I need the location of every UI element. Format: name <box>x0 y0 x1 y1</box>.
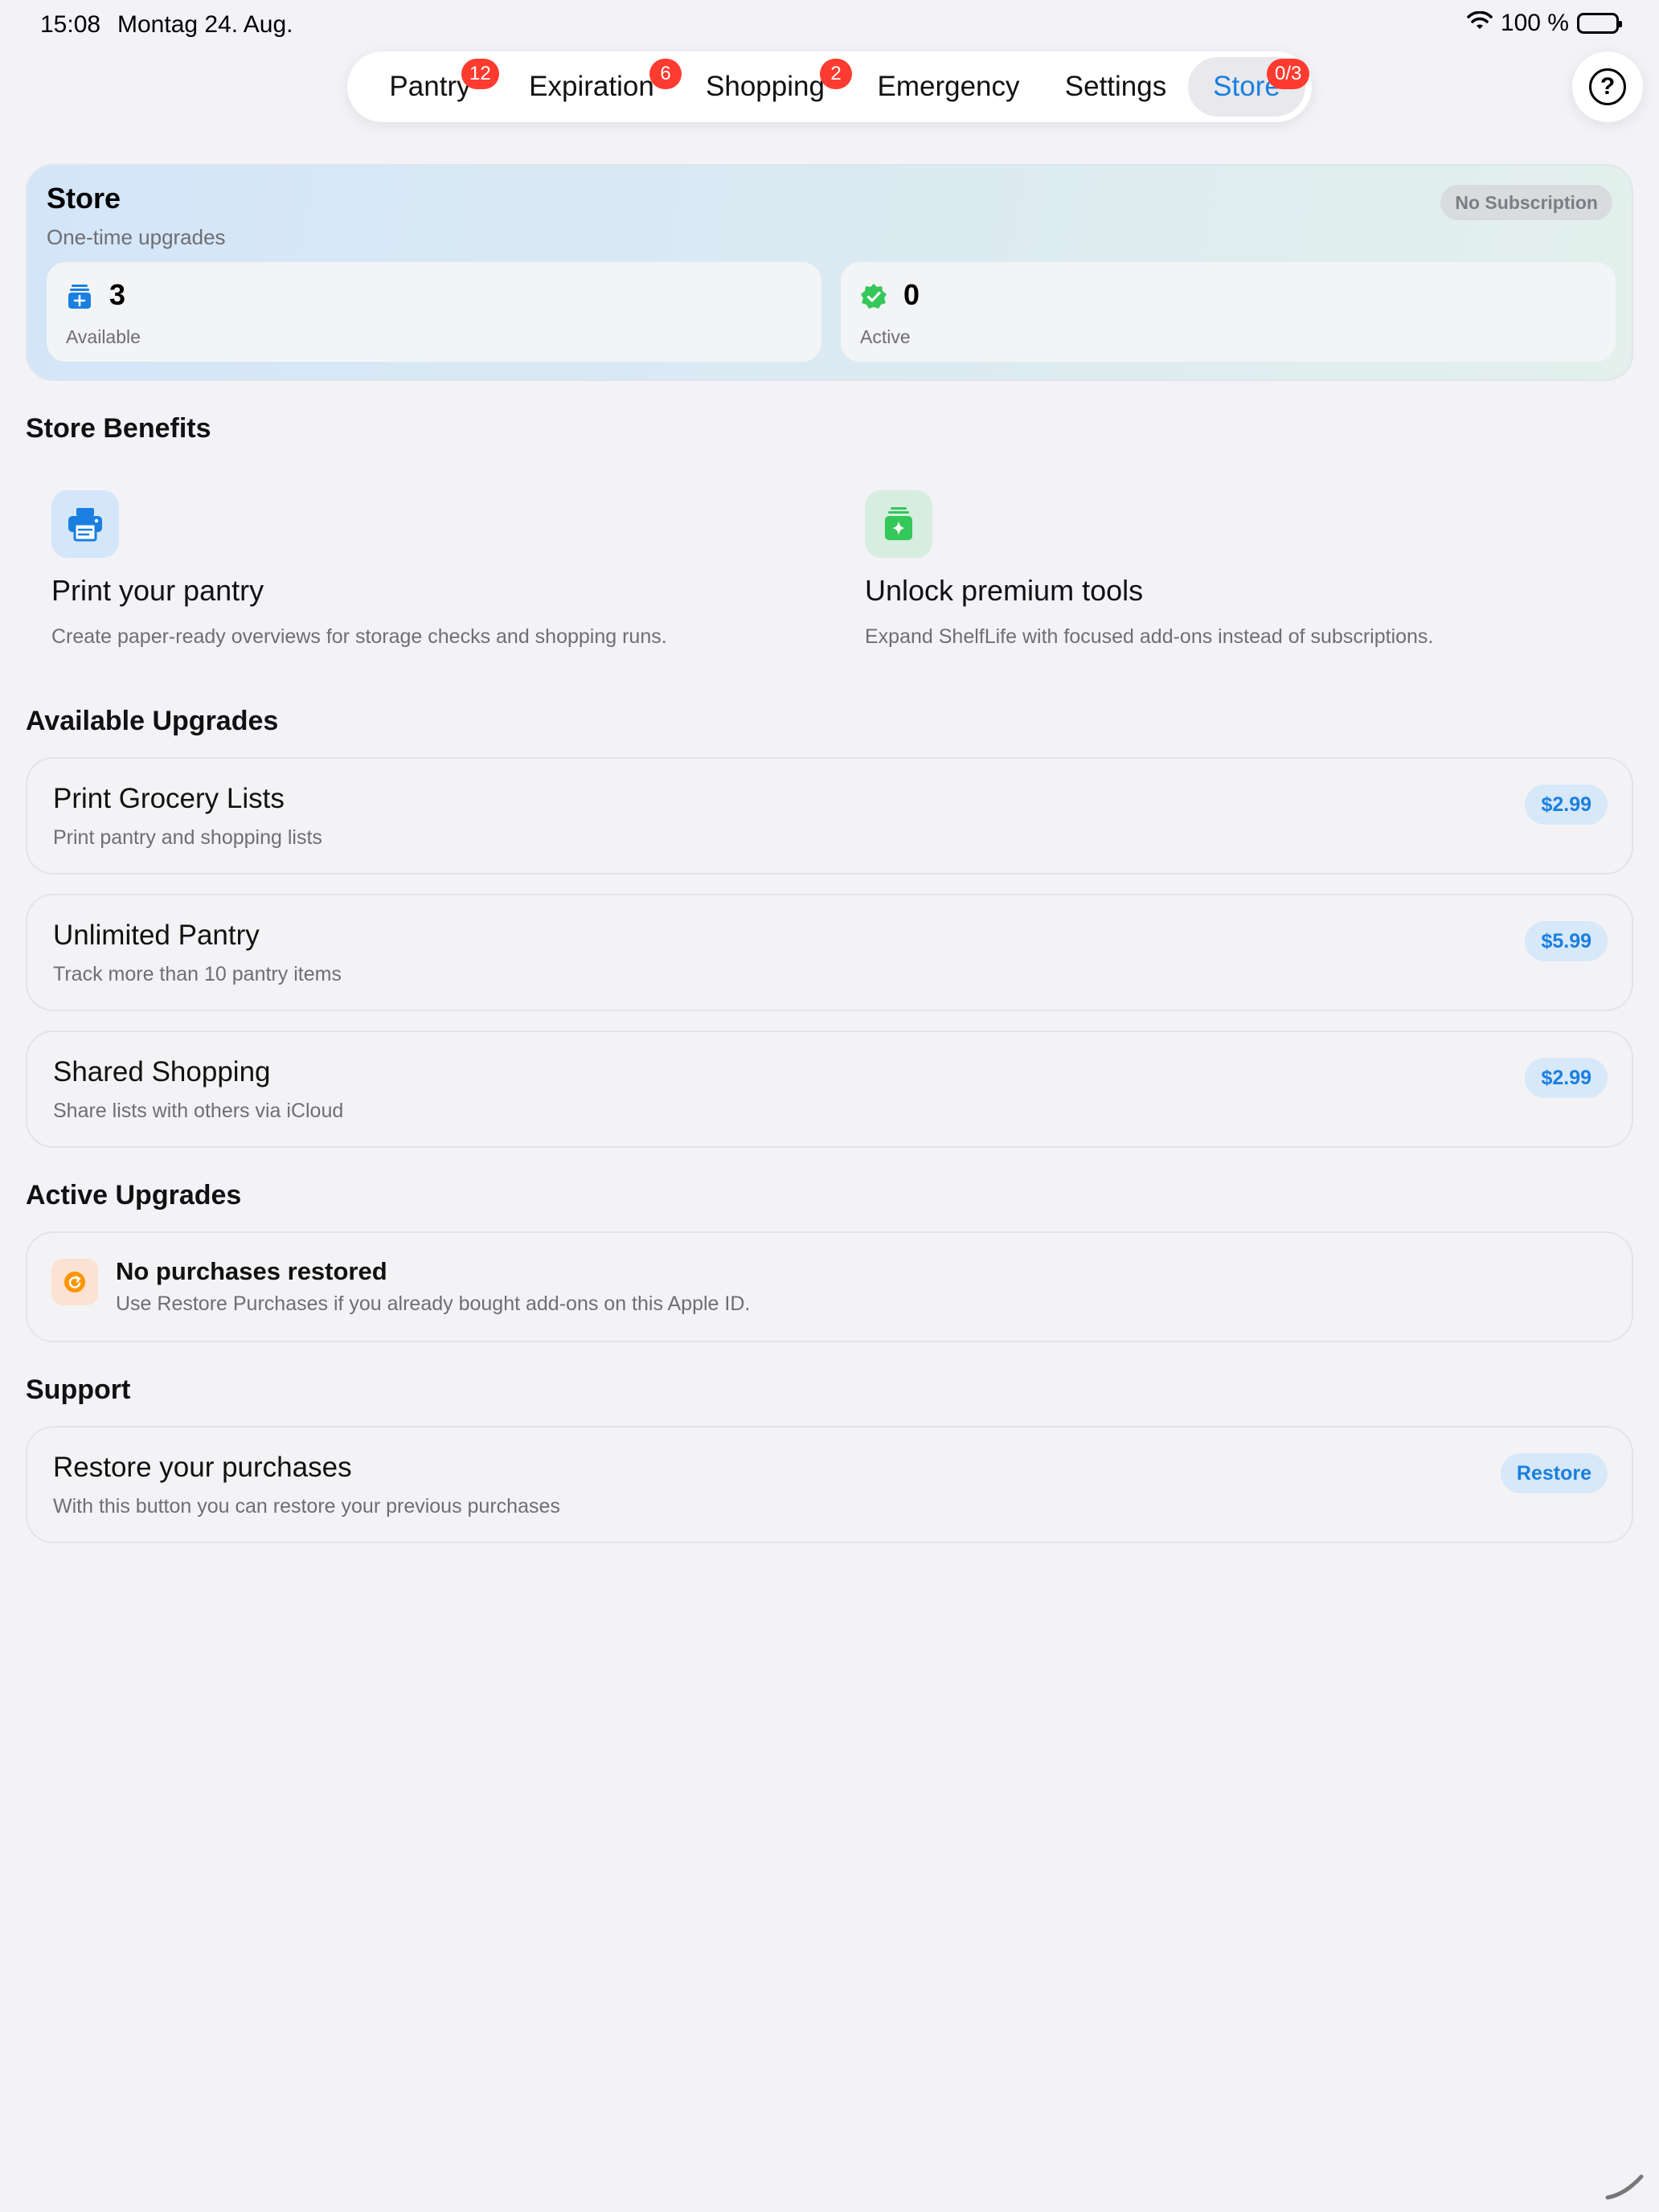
checkmark-seal-icon <box>860 283 887 310</box>
benefit-title: Print your pantry <box>51 574 264 607</box>
tab-settings[interactable]: Settings <box>1043 57 1188 117</box>
section-title-support: Support <box>26 1374 131 1405</box>
sparkle-stack-icon <box>865 490 932 558</box>
restore-purchases-card: Restore your purchases With this button … <box>26 1426 1633 1543</box>
tab-label: Settings <box>1064 71 1167 102</box>
benefit-description: Expand ShelfLife with focused add-ons in… <box>865 625 1434 648</box>
status-indicators: 100 % <box>1467 10 1622 37</box>
upgrade-title: Shared Shopping <box>53 1056 271 1088</box>
benefit-premium: Unlock premium tools Expand ShelfLife wi… <box>865 490 1636 649</box>
stat-value: 0 <box>903 278 920 311</box>
section-title-active-upgrades: Active Upgrades <box>26 1180 242 1210</box>
tab-emergency[interactable]: Emergency <box>854 57 1043 117</box>
buy-button[interactable]: $5.99 <box>1525 921 1608 961</box>
upgrade-title: Print Grocery Lists <box>53 783 285 814</box>
wifi-icon <box>1467 10 1493 37</box>
tab-badge: 2 <box>820 59 852 89</box>
battery-icon <box>1577 13 1622 34</box>
status-time: 15:08 <box>40 11 101 38</box>
store-header-card: Store One-time upgrades No Subscription … <box>26 164 1633 381</box>
tab-label: Shopping <box>706 71 825 102</box>
tab-shopping[interactable]: Shopping 2 <box>677 57 854 117</box>
stat-available: 3 Available <box>47 262 821 362</box>
upgrade-subtitle: Share lists with others via iCloud <box>53 1100 344 1122</box>
buy-button[interactable]: $2.99 <box>1525 784 1608 825</box>
stat-label: Available <box>66 326 141 347</box>
battery-percentage: 100 % <box>1500 10 1569 36</box>
stat-value: 3 <box>109 278 126 311</box>
upgrade-card-shared-shopping[interactable]: Shared Shopping Share lists with others … <box>26 1030 1633 1148</box>
status-bar: 15:08 Montag 24. Aug. 100 % <box>0 0 1659 51</box>
empty-state-subtitle: Use Restore Purchases if you already bou… <box>116 1292 751 1315</box>
scroll-indicator[interactable] <box>1601 2154 1649 2202</box>
benefit-print: Print your pantry Create paper-ready ove… <box>51 490 823 649</box>
upgrade-subtitle: Print pantry and shopping lists <box>53 826 322 849</box>
tab-badge: 12 <box>461 59 499 89</box>
tab-expiration[interactable]: Expiration 6 <box>506 57 682 117</box>
status-date: Montag 24. Aug. <box>117 11 293 38</box>
tab-store[interactable]: Store 0/3 <box>1188 57 1310 117</box>
help-button[interactable]: ? <box>1572 51 1643 122</box>
stat-active: 0 Active <box>841 262 1616 362</box>
upgrade-title: Unlimited Pantry <box>53 920 260 951</box>
section-title-available-upgrades: Available Upgrades <box>26 706 279 736</box>
benefit-title: Unlock premium tools <box>865 574 1144 607</box>
active-upgrades-empty-card: No purchases restored Use Restore Purcha… <box>26 1231 1633 1342</box>
stat-label: Active <box>860 326 911 347</box>
support-card-subtitle: With this button you can restore your pr… <box>53 1495 560 1518</box>
pantry-plus-icon <box>66 283 93 310</box>
page-subtitle: One-time upgrades <box>47 225 226 249</box>
tab-label: Expiration <box>529 71 654 102</box>
page-title: Store <box>47 182 121 215</box>
empty-state-title: No purchases restored <box>116 1257 387 1285</box>
restore-button[interactable]: Restore <box>1500 1453 1608 1493</box>
support-card-title: Restore your purchases <box>53 1452 352 1483</box>
restore-arrow-icon <box>51 1259 98 1305</box>
upgrade-card-print-grocery[interactable]: Print Grocery Lists Print pantry and sho… <box>26 757 1633 875</box>
upgrade-card-unlimited-pantry[interactable]: Unlimited Pantry Track more than 10 pant… <box>26 894 1633 1011</box>
tab-bar: Pantry 12 Expiration 6 Shopping 2 Emerge… <box>347 51 1312 122</box>
benefit-description: Create paper-ready overviews for storage… <box>51 625 667 648</box>
question-circle-icon: ? <box>1589 68 1626 105</box>
upgrade-subtitle: Track more than 10 pantry items <box>53 963 342 985</box>
tab-label: Emergency <box>877 71 1020 102</box>
tab-pantry[interactable]: Pantry 12 <box>354 57 506 117</box>
section-title-benefits: Store Benefits <box>26 413 211 444</box>
tab-badge: 0/3 <box>1267 59 1310 89</box>
tab-label: Pantry <box>389 71 471 102</box>
subscription-badge: No Subscription <box>1440 185 1612 220</box>
printer-icon <box>51 490 119 558</box>
buy-button[interactable]: $2.99 <box>1525 1058 1608 1098</box>
